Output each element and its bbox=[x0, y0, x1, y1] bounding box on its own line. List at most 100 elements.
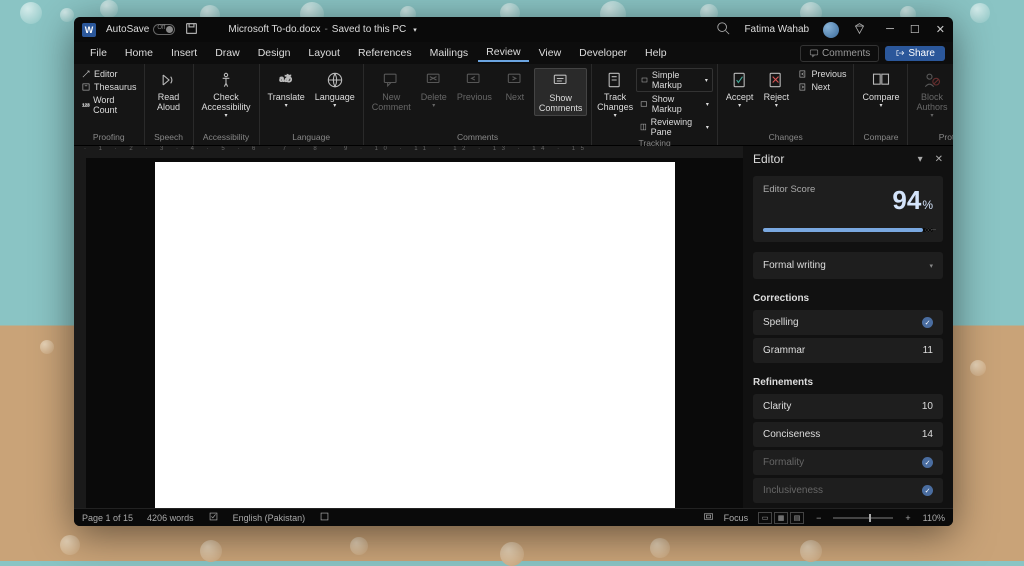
word-count-indicator[interactable]: 4206 words bbox=[147, 513, 194, 523]
ribbon-group-changes: Accept▾ Reject▾ Previous Next Changes bbox=[718, 64, 855, 145]
new-comment-button[interactable]: New Comment bbox=[368, 68, 415, 114]
editor-pane: Editor ▾ ✕ Editor Score 94 % ○○─ Formal bbox=[743, 146, 953, 508]
maximize-button[interactable]: ☐ bbox=[910, 23, 920, 36]
close-button[interactable]: ✕ bbox=[936, 23, 945, 36]
metric-conciseness[interactable]: Conciseness14 bbox=[753, 422, 943, 447]
group-label: Changes bbox=[722, 132, 850, 143]
block-authors-button: Block Authors▾ bbox=[912, 68, 951, 120]
writing-style-select[interactable]: Formal writing ▾ bbox=[753, 252, 943, 279]
previous-comment-button: Previous bbox=[453, 68, 496, 104]
ribbon-group-protect: Block Authors▾ Restrict Editing Protect bbox=[908, 64, 953, 145]
word-app-icon: W bbox=[82, 23, 96, 37]
save-icon[interactable] bbox=[185, 22, 198, 38]
comments-button[interactable]: Comments bbox=[800, 45, 879, 62]
spell-check-icon[interactable] bbox=[208, 511, 219, 524]
language-indicator[interactable]: English (Pakistan) bbox=[233, 513, 306, 523]
menu-bar: FileHomeInsertDrawDesignLayoutReferences… bbox=[74, 42, 953, 64]
ribbon-group-tracking: Track Changes▾ Simple Markup▾ Show Marku… bbox=[592, 64, 718, 145]
check-accessibility-button[interactable]: Check Accessibility▾ bbox=[198, 68, 255, 120]
group-label: Accessibility bbox=[198, 132, 255, 143]
reject-button[interactable]: Reject▾ bbox=[759, 68, 793, 110]
editor-button[interactable]: Editor bbox=[78, 68, 140, 80]
accept-button[interactable]: Accept▾ bbox=[722, 68, 758, 110]
user-name[interactable]: Fatima Wahab bbox=[744, 24, 809, 35]
chevron-down-icon[interactable]: ▾ bbox=[413, 26, 417, 34]
editor-score-card[interactable]: Editor Score 94 % ○○─ bbox=[753, 176, 943, 242]
score-percent: % bbox=[922, 198, 933, 212]
menu-help[interactable]: Help bbox=[637, 45, 675, 61]
title-bar[interactable]: W AutoSave Off Microsoft To-do.docx - Sa… bbox=[74, 17, 953, 42]
chevron-down-icon: ▾ bbox=[929, 262, 933, 270]
pane-options-icon[interactable]: ▾ bbox=[918, 154, 923, 165]
metric-formality[interactable]: Formality✓ bbox=[753, 450, 943, 475]
menu-developer[interactable]: Developer bbox=[571, 45, 635, 61]
minimize-button[interactable]: ─ bbox=[886, 23, 894, 36]
menu-file[interactable]: File bbox=[82, 45, 115, 61]
menu-layout[interactable]: Layout bbox=[300, 45, 348, 61]
next-change-button[interactable]: Next bbox=[795, 81, 849, 93]
metric-grammar[interactable]: Grammar11 bbox=[753, 338, 943, 363]
metric-spelling[interactable]: Spelling✓ bbox=[753, 310, 943, 335]
group-label: Compare bbox=[858, 132, 903, 143]
thesaurus-button[interactable]: Thesaurus bbox=[78, 81, 140, 93]
writing-style-value: Formal writing bbox=[763, 260, 826, 271]
pane-close-icon[interactable]: ✕ bbox=[935, 154, 943, 165]
previous-change-button[interactable]: Previous bbox=[795, 68, 849, 80]
focus-label[interactable]: Focus bbox=[724, 513, 749, 523]
menu-review[interactable]: Review bbox=[478, 44, 528, 62]
vertical-ruler[interactable] bbox=[74, 158, 86, 508]
track-changes-button[interactable]: Track Changes▾ bbox=[596, 68, 634, 120]
autosave-toggle[interactable]: AutoSave Off bbox=[106, 24, 175, 35]
user-avatar[interactable] bbox=[823, 22, 839, 38]
print-layout-button[interactable]: ▦ bbox=[774, 512, 788, 524]
reviewing-pane-button[interactable]: Reviewing Pane▾ bbox=[636, 116, 713, 138]
ribbon-group-speech: Read Aloud Speech bbox=[145, 64, 194, 145]
share-button[interactable]: Share bbox=[885, 46, 945, 61]
metric-label: Inclusiveness bbox=[763, 485, 823, 496]
horizontal-ruler[interactable]: · 1 · 2 · 3 · 4 · 5 · 6 · 7 · 8 · 9 · 10… bbox=[74, 146, 743, 158]
metric-label: Formality bbox=[763, 457, 804, 468]
diamond-icon[interactable] bbox=[853, 22, 866, 38]
toggle-off-icon[interactable]: Off bbox=[153, 24, 175, 35]
metric-value: ✓ bbox=[922, 317, 933, 328]
menu-references[interactable]: References bbox=[350, 45, 420, 61]
document-viewport[interactable] bbox=[86, 158, 743, 508]
zoom-level[interactable]: 110% bbox=[923, 513, 945, 523]
metric-clarity[interactable]: Clarity10 bbox=[753, 394, 943, 419]
ribbon: Editor Thesaurus 123Word Count Proofing … bbox=[74, 64, 953, 146]
group-label: Speech bbox=[149, 132, 189, 143]
search-icon[interactable] bbox=[716, 21, 730, 38]
translate-button[interactable]: aあTranslate▾ bbox=[264, 68, 309, 110]
page-indicator[interactable]: Page 1 of 15 bbox=[82, 513, 133, 523]
menu-mailings[interactable]: Mailings bbox=[422, 45, 477, 61]
menu-view[interactable]: View bbox=[531, 45, 570, 61]
document-title[interactable]: Microsoft To-do.docx - Saved to this PC … bbox=[228, 24, 416, 35]
web-layout-button[interactable]: ▤ bbox=[790, 512, 804, 524]
language-button[interactable]: Language▾ bbox=[311, 68, 359, 110]
share-button-label: Share bbox=[908, 48, 935, 59]
macro-icon[interactable] bbox=[319, 511, 330, 524]
menu-draw[interactable]: Draw bbox=[207, 45, 248, 61]
zoom-out-button[interactable]: − bbox=[814, 513, 823, 523]
menu-design[interactable]: Design bbox=[250, 45, 299, 61]
metric-label: Conciseness bbox=[763, 429, 820, 440]
ribbon-group-language: aあTranslate▾ Language▾ Language bbox=[260, 64, 364, 145]
word-count-button[interactable]: 123Word Count bbox=[78, 94, 140, 116]
focus-mode-icon[interactable] bbox=[703, 511, 714, 524]
show-markup-button[interactable]: Show Markup▾ bbox=[636, 93, 713, 115]
read-mode-button[interactable]: ▭ bbox=[758, 512, 772, 524]
show-comments-button[interactable]: Show Comments bbox=[534, 68, 588, 116]
document-page[interactable] bbox=[155, 162, 675, 508]
menu-home[interactable]: Home bbox=[117, 45, 161, 61]
markup-mode-select[interactable]: Simple Markup▾ bbox=[636, 68, 713, 92]
metric-inclusiveness[interactable]: Inclusiveness ✓ bbox=[753, 478, 943, 503]
metric-label: Grammar bbox=[763, 345, 805, 356]
read-aloud-button[interactable]: Read Aloud bbox=[149, 68, 189, 114]
menu-insert[interactable]: Insert bbox=[163, 45, 205, 61]
zoom-slider[interactable] bbox=[833, 517, 893, 519]
content-area: · 1 · 2 · 3 · 4 · 5 · 6 · 7 · 8 · 9 · 10… bbox=[74, 146, 953, 508]
ribbon-group-proofing: Editor Thesaurus 123Word Count Proofing bbox=[74, 64, 145, 145]
zoom-in-button[interactable]: + bbox=[903, 513, 912, 523]
metric-value: ✓ bbox=[922, 485, 933, 496]
compare-button[interactable]: Compare▾ bbox=[858, 68, 903, 110]
